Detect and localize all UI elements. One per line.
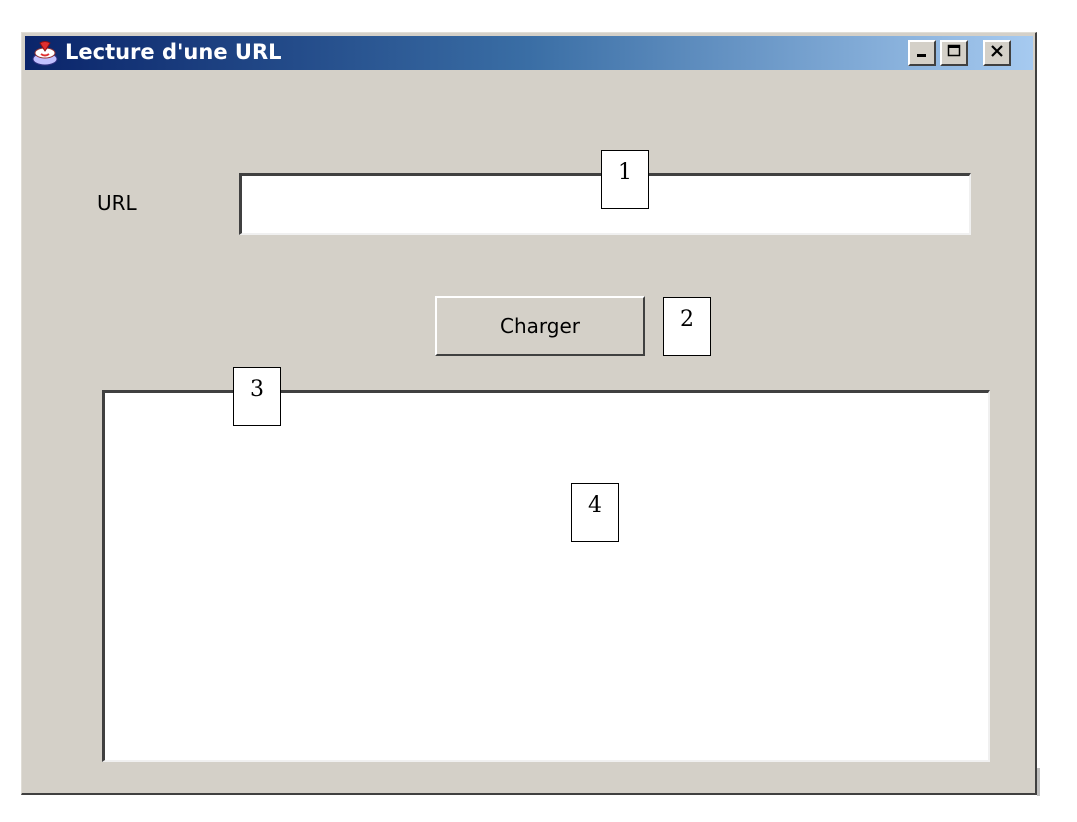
annotation-label-1: 1 [601, 150, 649, 209]
annotation-label-2: 2 [663, 297, 711, 356]
url-label: URL [97, 191, 137, 215]
app-icon [31, 40, 59, 66]
annotation-label-4: 4 [571, 483, 619, 542]
minimize-button[interactable] [908, 40, 936, 66]
app-window: Lecture d'une URL URL Charger [21, 32, 1037, 795]
maximize-button[interactable] [940, 40, 968, 66]
annotation-label-3: 3 [233, 367, 281, 426]
window-title: Lecture d'une URL [65, 40, 282, 64]
content-text-area[interactable] [102, 390, 990, 762]
maximize-icon [946, 43, 962, 63]
load-button[interactable]: Charger [435, 296, 645, 356]
title-bar[interactable]: Lecture d'une URL [25, 36, 1033, 70]
close-button[interactable] [983, 40, 1011, 66]
close-icon [989, 43, 1005, 63]
minimize-icon [914, 43, 930, 63]
window-edge [1037, 768, 1040, 796]
